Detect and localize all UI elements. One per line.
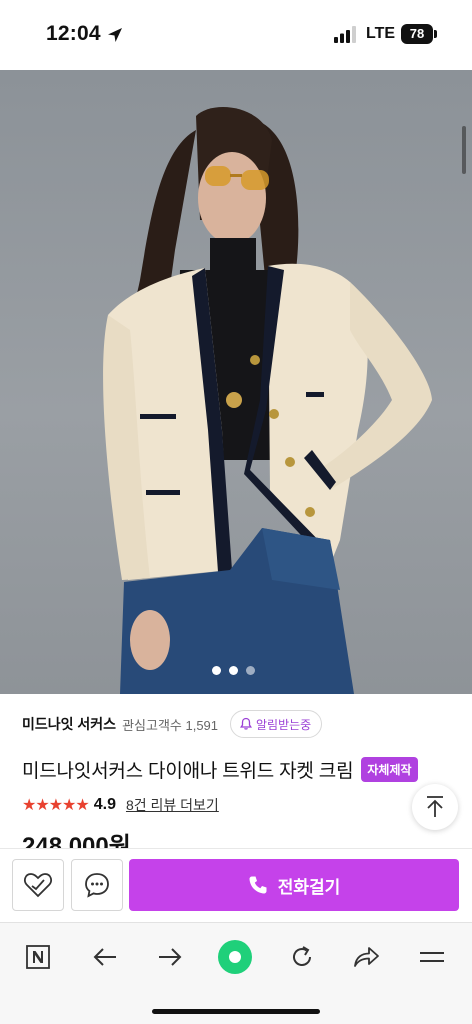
refresh-icon [293, 946, 311, 966]
phone-icon [249, 876, 267, 894]
home-indicator [152, 1009, 320, 1014]
location-arrow-icon [108, 28, 122, 42]
self-made-badge: 자체제작 [361, 757, 418, 782]
home-green-icon [218, 940, 252, 974]
battery-tip [434, 30, 437, 38]
naver-n-icon [26, 945, 50, 969]
naver-home-button[interactable] [18, 937, 58, 977]
forward-arrow-icon [159, 948, 182, 966]
carousel-dots [212, 666, 255, 675]
carousel-dot[interactable] [229, 666, 238, 675]
shop-name[interactable]: 미드나잇 서커스 [22, 714, 116, 734]
rating-stars: ★★★★★ [22, 797, 90, 814]
purchase-action-bar: 전화걸기 [0, 848, 472, 922]
carousel-dot[interactable] [212, 666, 221, 675]
arrow-up-icon [427, 796, 443, 817]
rating-row: ★★★★★ 4.9 8건 리뷰 더보기 [22, 795, 219, 815]
signal-icon [334, 26, 356, 43]
carousel-dot[interactable] [246, 666, 255, 675]
menu-icon [420, 952, 444, 962]
alarm-label: 알림받는중 [256, 717, 312, 732]
shop-row: 미드나잇 서커스 관심고객수 1,591 알림받는중 [22, 710, 323, 738]
battery-indicator: 78 [401, 24, 433, 44]
forward-button[interactable] [150, 937, 190, 977]
network-label: LTE [366, 25, 396, 42]
back-arrow-icon [93, 948, 116, 966]
interest-count: 관심고객수 1,591 [122, 717, 219, 733]
heart-icon [24, 873, 52, 898]
review-more-link[interactable]: 8건 리뷰 더보기 [126, 795, 219, 815]
alarm-subscribe-button[interactable]: 알림받는중 [230, 710, 323, 738]
bell-icon [240, 717, 253, 730]
back-button[interactable] [85, 937, 125, 977]
chat-icon [85, 873, 109, 898]
scroll-top-button[interactable] [412, 784, 458, 830]
share-icon [354, 947, 379, 967]
product-image-carousel[interactable] [0, 70, 472, 694]
share-button[interactable] [346, 937, 386, 977]
product-title-row: 미드나잇서커스 다이애나 트위드 자켓 크림 자체제작 [22, 756, 418, 783]
product-title: 미드나잇서커스 다이애나 트위드 자켓 크림 [22, 761, 354, 782]
refresh-button[interactable] [282, 937, 322, 977]
status-time: 12:04 [46, 22, 101, 45]
rating-value: 4.9 [93, 796, 116, 813]
browser-toolbar [0, 922, 472, 1024]
product-photo [103, 107, 432, 694]
wishlist-button[interactable] [12, 859, 64, 911]
status-bar: 12:04 LTE 78 [0, 0, 472, 70]
call-label: 전화걸기 [277, 877, 341, 897]
product-price: 248,000원 [22, 833, 131, 848]
green-home-button[interactable] [215, 937, 255, 977]
menu-button[interactable] [412, 937, 452, 977]
talk-button[interactable] [71, 859, 123, 911]
call-button[interactable]: 전화걸기 [129, 859, 459, 911]
scroll-indicator [462, 126, 466, 174]
